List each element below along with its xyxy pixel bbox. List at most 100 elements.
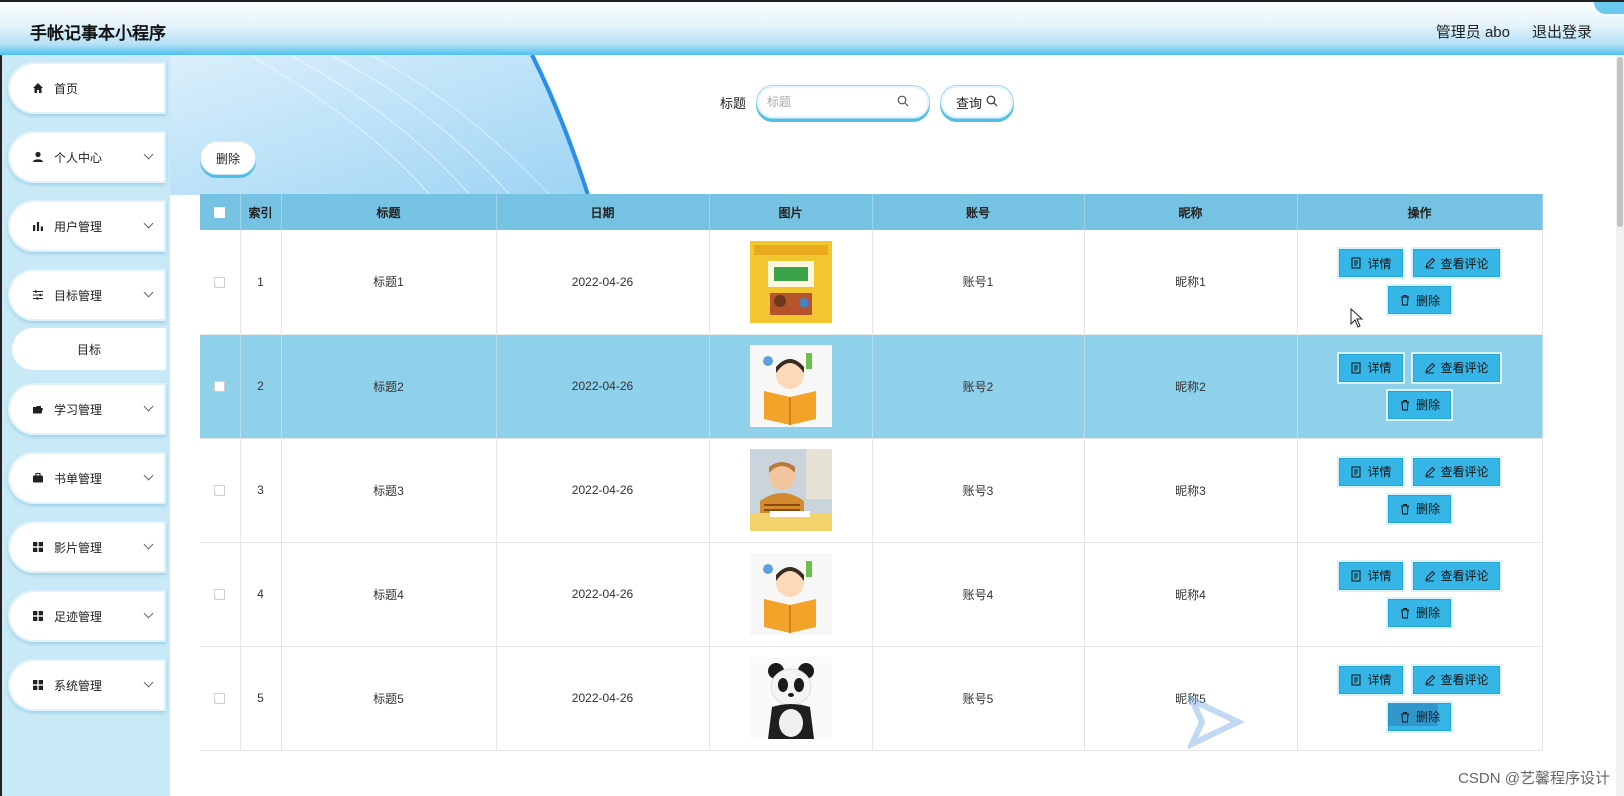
document-icon — [1351, 674, 1361, 685]
sidebar-item-personal-center[interactable]: 个人中心 — [8, 131, 166, 183]
chevron-down-icon — [143, 149, 154, 160]
column-header: 索引 — [240, 194, 282, 230]
query-button[interactable]: 查询 — [940, 85, 1015, 119]
search-input[interactable] — [767, 95, 898, 109]
sidebar-item-study-management[interactable]: 学习管理 — [8, 383, 166, 435]
current-user: 管理员 abo — [1435, 24, 1510, 41]
cell-title: 标题2 — [281, 334, 497, 439]
delete-button[interactable]: 删除 — [1387, 494, 1451, 523]
detail-button[interactable]: 详情 — [1339, 353, 1403, 382]
select-all-checkbox[interactable] — [214, 207, 226, 219]
sidebar-item-goal-management[interactable]: 目标管理 — [8, 269, 166, 321]
book-cover-image — [749, 240, 832, 323]
detail-button-label: 详情 — [1367, 256, 1392, 271]
sidebar-subitem-goal[interactable]: 目标 — [12, 328, 166, 370]
table-row[interactable]: 4 标题4 2022-04-26 账号4 昵称4 详情 查看评论 删除 — [200, 542, 1543, 647]
table-header-row: 索引 标题 日期 图片 账号 昵称 操作 — [200, 194, 1543, 230]
delete-button[interactable]: 删除 — [1387, 598, 1451, 627]
row-checkbox[interactable] — [214, 693, 226, 705]
cell-nickname: 昵称1 — [1084, 230, 1298, 335]
chevron-down-icon — [143, 218, 154, 229]
delete-button[interactable]: 删除 — [1387, 286, 1451, 315]
child-reading-illustration — [749, 345, 832, 427]
row-checkbox[interactable] — [214, 277, 226, 289]
table-row[interactable]: 1 标题1 2022-04-26 账号1 昵称1 详情 查看评论 删除 — [200, 230, 1543, 335]
corner-decoration — [1594, 2, 1624, 14]
vertical-scrollbar[interactable] — [1616, 55, 1624, 796]
view-comments-button[interactable]: 查看评论 — [1412, 457, 1500, 486]
sidebar-item-footprint-management[interactable]: 足迹管理 — [8, 590, 166, 642]
view-comments-button[interactable]: 查看评论 — [1412, 665, 1500, 694]
cell-title: 标题1 — [281, 230, 497, 335]
detail-button[interactable]: 详情 — [1339, 249, 1403, 278]
bar-chart-icon — [30, 218, 46, 234]
panda-photo — [749, 657, 832, 739]
row-checkbox[interactable] — [214, 381, 226, 393]
row-checkbox[interactable] — [214, 485, 226, 497]
cell-date: 2022-04-26 — [496, 646, 710, 751]
trash-icon — [1400, 399, 1409, 410]
view-comments-button[interactable]: 查看评论 — [1412, 249, 1500, 278]
sidebar-item-label: 书单管理 — [54, 471, 103, 486]
sidebar-item-home[interactable]: 首页 — [8, 62, 166, 114]
cell-date: 2022-04-26 — [496, 542, 710, 647]
cell-title: 标题3 — [281, 438, 497, 543]
cell-nickname: 昵称2 — [1084, 334, 1298, 439]
sidebar-item-booklist-management[interactable]: 书单管理 — [8, 452, 166, 504]
column-header: 标题 — [281, 194, 497, 230]
boy-studying-photo — [749, 449, 832, 531]
search-field[interactable] — [756, 85, 931, 119]
document-icon — [1351, 466, 1361, 477]
cell-index: 4 — [240, 542, 282, 647]
column-header: 日期 — [496, 194, 710, 230]
trash-icon — [1400, 295, 1409, 306]
chevron-down-icon — [143, 287, 154, 298]
sidebar-item-label: 足迹管理 — [54, 609, 103, 624]
delete-button-label: 删除 — [1415, 606, 1440, 620]
batch-delete-button[interactable]: 删除 — [200, 141, 256, 175]
chevron-down-icon — [143, 401, 154, 412]
sidebar-item-label: 个人中心 — [54, 150, 103, 165]
logout-link[interactable]: 退出登录 — [1532, 21, 1592, 42]
view-comments-label: 查看评论 — [1440, 569, 1489, 583]
cell-account: 账号2 — [872, 334, 1085, 439]
sidebar-item-system-management[interactable]: 系统管理 — [8, 659, 166, 711]
detail-button[interactable]: 详情 — [1339, 457, 1403, 486]
watermark-text: CSDN @艺馨程序设计 — [1458, 770, 1610, 787]
table-row[interactable]: 3 标题3 2022-04-26 账号3 昵称3 详情 查看评论 删除 — [200, 438, 1543, 543]
view-comments-button[interactable]: 查看评论 — [1412, 561, 1500, 590]
edit-icon — [1424, 362, 1435, 373]
detail-button[interactable]: 详情 — [1339, 665, 1403, 694]
sidebar-item-film-management[interactable]: 影片管理 — [8, 521, 166, 573]
trash-icon — [1400, 607, 1409, 618]
search-label: 标题 — [720, 95, 747, 111]
cell-date: 2022-04-26 — [496, 334, 710, 439]
top-header: 手帐记事本小程序 管理员 abo 退出登录 — [0, 0, 1624, 55]
delete-button-label: 删除 — [1415, 293, 1440, 308]
header-user-area: 管理员 abo 退出登录 — [1436, 21, 1592, 42]
column-header: 昵称 — [1084, 194, 1298, 230]
trash-icon — [1400, 503, 1409, 514]
delete-button[interactable]: 删除 — [1387, 390, 1451, 419]
select-all-header[interactable] — [200, 194, 241, 230]
scrollbar-thumb[interactable] — [1617, 57, 1623, 227]
search-icon[interactable] — [897, 95, 909, 110]
table-row[interactable]: 2 标题2 2022-04-26 账号2 昵称2 详情 查看评论 删除 — [200, 334, 1543, 439]
column-header: 账号 — [872, 194, 1085, 230]
main-content: 标题 查询 删除 索引 标题 日期 图片 账号 昵称 操作 — [170, 55, 1624, 796]
cell-account: 账号4 — [872, 542, 1085, 647]
column-header: 图片 — [709, 194, 873, 230]
row-actions: 详情 查看评论 删除 — [1298, 561, 1542, 627]
view-comments-label: 查看评论 — [1440, 361, 1489, 375]
view-comments-label: 查看评论 — [1440, 673, 1489, 687]
chevron-down-icon — [143, 539, 154, 550]
child-reading-illustration — [749, 553, 832, 635]
view-comments-button[interactable]: 查看评论 — [1412, 353, 1500, 382]
column-header: 操作 — [1297, 194, 1543, 230]
detail-button[interactable]: 详情 — [1339, 561, 1403, 590]
document-icon — [1351, 570, 1361, 581]
chevron-down-icon — [143, 677, 154, 688]
sidebar-item-user-management[interactable]: 用户管理 — [8, 200, 166, 252]
row-checkbox[interactable] — [214, 589, 226, 601]
grid-icon — [30, 608, 46, 624]
